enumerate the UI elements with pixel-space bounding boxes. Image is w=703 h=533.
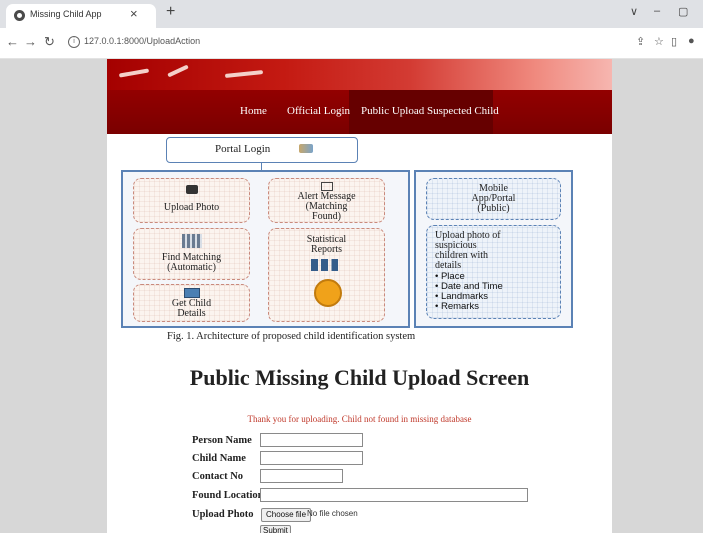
person-name-input[interactable] [260,433,363,447]
browser-tab-bar: Missing Child App × + ∨ – ▢ [0,0,703,28]
banner-swoosh [224,70,264,78]
nav-official-login[interactable]: Official Login [287,105,350,117]
architecture-diagram: Portal Login Upload Photo Alert Message … [121,137,587,349]
mobile-app-line: (Public) [477,203,510,214]
find-matching-line: (Automatic) [167,262,216,273]
browser-tab[interactable]: Missing Child App × [6,4,156,28]
contact-no-label: Contact No [192,471,244,482]
contact-no-input[interactable] [260,469,343,483]
banner-swoosh [167,64,189,78]
upload-photo-label: Upload Photo [163,202,220,213]
person-name-label: Person Name [192,435,252,446]
upload-suspicious-box: Upload photo of suspicious children with… [426,225,561,319]
login-icon [299,144,313,153]
child-name-input[interactable] [260,451,363,465]
side-panel-icon[interactable]: ▯ [671,35,677,48]
public-module-group: Mobile App/Portal (Public) Upload photo … [414,170,573,328]
forward-arrow-icon[interactable]: → [24,34,37,49]
header-banner [107,59,612,90]
nav-home[interactable]: Home [240,105,267,117]
site-info-icon[interactable]: i [68,36,80,48]
web-page: Home Official Login Public Upload Suspec… [107,59,612,533]
tab-search-icon[interactable]: ∨ [630,5,638,18]
status-message: Thank you for uploading. Child not found… [247,414,472,424]
found-location-label: Found Location [192,490,264,501]
found-location-input[interactable] [260,488,528,502]
main-navigation: Home Official Login Public Upload Suspec… [107,90,612,134]
details-list: Place Date and Time Landmarks Remarks [435,272,503,312]
browser-toolbar: ← → ↻ i 127.0.0.1:8000/UploadAction ⇪ ☆ … [0,28,703,59]
profile-icon[interactable]: ● [688,35,695,47]
page-title: Public Missing Child Upload Screen [189,365,530,390]
page-viewport: Home Official Login Public Upload Suspec… [0,59,703,533]
portal-login-box: Portal Login [166,137,358,163]
child-name-label: Child Name [192,453,246,464]
nav-public-upload[interactable]: Public Upload Suspected Child [361,105,499,117]
figure-caption: Fig. 1. Architecture of proposed child i… [167,331,416,342]
camera-icon [186,185,198,194]
reload-icon[interactable]: ↻ [44,34,55,50]
admin-module-group: Upload Photo Alert Message (Matching Fou… [121,170,410,328]
upload-photo-box: Upload Photo [133,178,250,223]
maximize-button[interactable]: ▢ [678,5,688,18]
upload-photo-label: Upload Photo [192,509,254,520]
get-child-details-box: Get Child Details [133,284,250,322]
portal-login-label: Portal Login [215,143,271,155]
report-badge-icon [314,279,342,307]
mobile-app-box: Mobile App/Portal (Public) [426,178,561,220]
tab-close-icon[interactable]: × [130,6,138,21]
submit-button[interactable]: Submit [260,525,291,533]
bar-chart-icon [311,259,345,271]
get-child-line: Details [177,308,206,319]
choose-file-button[interactable]: Choose file [261,508,312,522]
alert-message-box: Alert Message (Matching Found) [268,178,385,223]
tab-title: Missing Child App [30,9,102,19]
share-icon[interactable]: ⇪ [636,35,645,48]
details-list-item: Remarks [435,302,503,312]
new-tab-button[interactable]: + [166,3,175,21]
address-bar[interactable]: 127.0.0.1:8000/UploadAction [84,36,200,46]
minimize-button[interactable]: – [654,5,660,17]
bookmark-star-icon[interactable]: ☆ [654,35,664,48]
no-file-chosen-text: No file chosen [307,509,358,518]
id-card-icon [184,288,200,298]
connector-line [261,162,262,170]
suspicious-line: details [435,260,462,271]
statistical-reports-box: Statistical Reports [268,228,385,322]
back-arrow-icon[interactable]: ← [6,34,19,49]
reports-line: Reports [310,244,343,255]
alert-line: Found) [312,211,341,222]
monitor-icon [321,182,333,191]
find-matching-box: Find Matching (Automatic) [133,228,250,280]
globe-icon [14,10,25,21]
faces-grid-icon [182,234,202,248]
banner-swoosh [118,68,150,78]
